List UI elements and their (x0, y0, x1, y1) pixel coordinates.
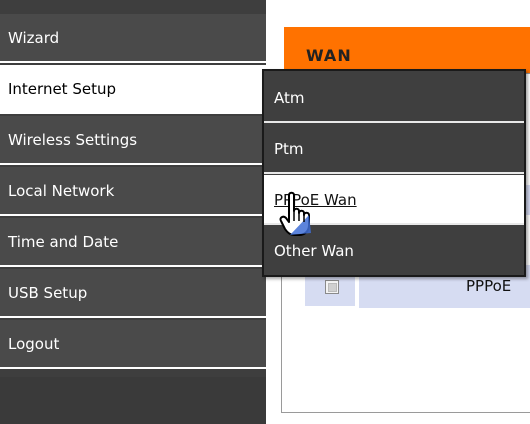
sidebar-footer (0, 377, 266, 424)
submenu-item-ptm[interactable]: Ptm (264, 124, 524, 174)
sidebar-item-wizard[interactable]: Wizard (0, 14, 266, 63)
internet-setup-submenu: Atm Ptm PPPoE Wan Other Wan (262, 69, 526, 277)
sidebar-item-local-network[interactable]: Local Network (0, 167, 266, 216)
sidebar-item-logout[interactable]: Logout (0, 320, 266, 369)
sidebar-item-usb-setup[interactable]: USB Setup (0, 269, 266, 318)
submenu-item-atm[interactable]: Atm (264, 73, 524, 123)
checkbox-icon[interactable] (325, 280, 339, 294)
hand-pointer-icon (279, 191, 311, 236)
sidebar-nav: Wizard Internet Setup Wireless Settings … (0, 0, 266, 424)
sidebar-item-time-and-date[interactable]: Time and Date (0, 218, 266, 267)
sidebar-item-internet-setup[interactable]: Internet Setup (0, 65, 266, 114)
section-title: WAN (306, 46, 352, 65)
sidebar-item-wireless-settings[interactable]: Wireless Settings (0, 116, 266, 165)
